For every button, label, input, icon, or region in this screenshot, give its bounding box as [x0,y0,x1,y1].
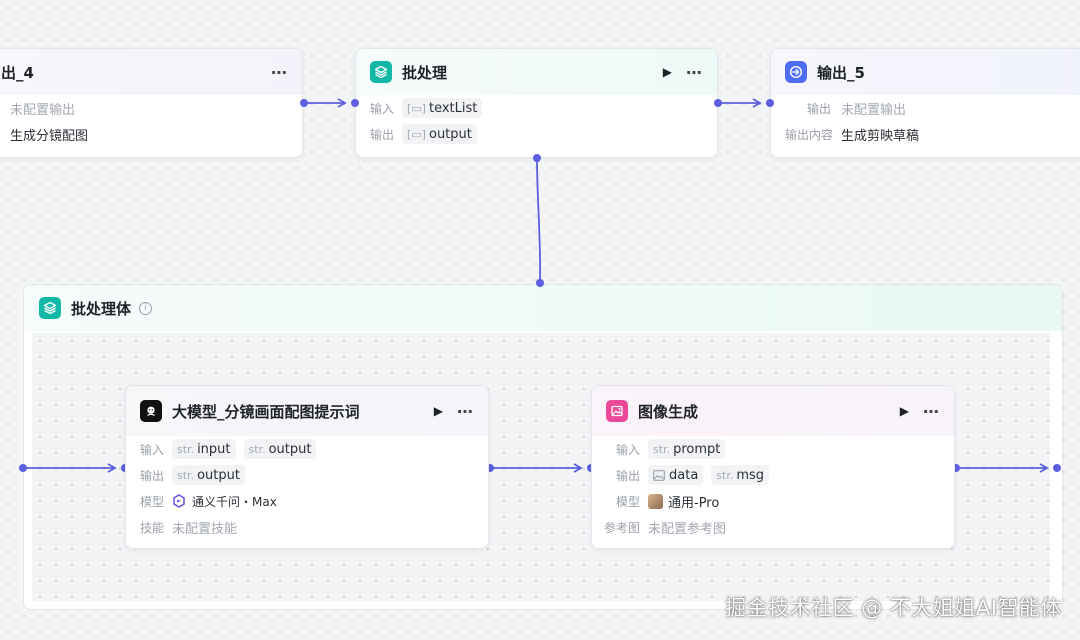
param-name: output [268,441,312,457]
model-label: 模型 [140,494,165,509]
output-label: 输出 [785,100,841,117]
param-type: str. [653,442,671,456]
node-header: 大模型_分镜画面配图提示词 ▶ ⋯ [126,386,488,436]
param-name: input [197,441,231,457]
more-icon[interactable]: ⋯ [457,402,474,421]
output-value: 未配置输出 [10,102,76,118]
play-icon[interactable]: ▶ [900,404,909,418]
node-output-5[interactable]: 输出_5 输出 未配置输出 输出内容 生成剪映草稿 [770,48,1080,158]
image-icon [606,400,628,422]
node-row: 生成分镜配图 [0,121,302,147]
output-label: 输出 [370,127,395,142]
watermark: 掘金技术社区 @ 不大姐姐AI智能体 [725,596,1062,620]
more-icon[interactable]: ⋯ [271,63,288,82]
node-row-output: 输出 未配置输出 [771,95,1080,121]
qwen-icon [172,494,186,508]
model-label: 模型 [616,494,641,509]
model-value: 通义千问・Max [192,494,277,509]
group-header: 批处理体 i [24,285,1062,331]
node-header: 图像生成 ▶ ⋯ [592,386,954,436]
info-icon[interactable]: i [139,301,153,315]
node-header: 出_4 ⋯ [0,49,302,95]
node-header: 输出_5 [771,49,1080,95]
node-row-model: 模型 通用-Pro [592,488,954,514]
param-name: output [197,467,240,483]
play-icon[interactable]: ▶ [663,65,672,79]
output-icon [785,61,807,83]
param-type: str. [177,442,195,456]
node-image-gen[interactable]: 图像生成 ▶ ⋯ 输入 str. prompt 输出 data str. msg 模… [591,385,955,549]
skill-label: 技能 [140,520,165,535]
content-label: 输出内容 [785,127,834,142]
node-row: 未配置输出 [0,95,302,121]
node-row-output: 输出 [▭] output [356,121,717,147]
content-value: 生成剪映草稿 [841,128,920,144]
param-name: prompt [673,441,721,457]
param-type: str. [248,442,266,456]
reference-value: 未配置参考图 [648,521,727,537]
node-row-reference: 参考图 未配置参考图 [592,514,954,540]
node-batch[interactable]: 批处理 ▶ ⋯ 输入 [▭] textList 输出 [▭] output [355,48,718,158]
node-row-skill: 技能 未配置技能 [126,514,488,540]
edge-batch-group [533,154,544,287]
param-name: msg [736,467,765,483]
node-title: 输出_5 [817,63,865,82]
more-icon[interactable]: ⋯ [686,63,703,82]
node-row-model: 模型 通义千问・Max [126,488,488,514]
input-label: 输入 [616,442,641,457]
param-chip: data [648,465,704,485]
list-type-icon: [▭] [407,127,426,141]
param-chip: [▭] output [402,124,477,144]
param-chip: [▭] textList [402,98,483,118]
more-icon[interactable]: ⋯ [923,402,940,421]
edge-output4-batch [300,98,359,108]
node-row-input: 输入 str. prompt [592,436,954,462]
param-name: output [428,126,472,142]
edge-batch-output5 [714,98,774,108]
list-type-icon: [▭] [407,101,426,115]
node-row-input: 输入 str. input str. output [126,436,488,462]
output-label-text: 输出 [806,101,831,116]
node-row-output: 输出 str. output [126,462,488,488]
model-avatar [648,493,663,509]
input-label: 输入 [140,442,165,457]
llm-icon [140,400,162,422]
param-type: str. [177,468,195,482]
input-label: 输入 [370,101,395,116]
output-value: 未配置输出 [841,102,907,118]
skill-value: 未配置技能 [172,521,238,537]
param-type: str. [716,468,734,482]
node-title: 图像生成 [638,402,699,421]
param-name: data [669,467,699,483]
output-label: 输出 [616,468,641,483]
param-chip: str. input [172,439,236,459]
play-icon[interactable]: ▶ [434,404,443,418]
node-title: 批处理 [402,63,448,82]
node-row-content: 输出内容 生成剪映草稿 [771,121,1080,147]
output-content-value: 生成分镜配图 [10,128,89,144]
group-title: 批处理体 [71,299,132,318]
param-name: textList [428,100,478,116]
node-row-output: 输出 data str. msg [592,462,954,488]
node-row-input: 输入 [▭] textList [356,95,717,121]
layers-icon [39,297,61,319]
reference-label: 参考图 [604,520,641,535]
layers-icon [370,61,392,83]
output-label: 输出 [140,468,165,483]
node-llm[interactable]: 大模型_分镜画面配图提示词 ▶ ⋯ 输入 str. input str. outpu… [125,385,489,549]
node-title: 出_4 [1,63,34,82]
param-chip: str. prompt [648,439,726,459]
param-chip: str. output [243,439,317,459]
node-output-4[interactable]: 出_4 ⋯ 未配置输出 生成分镜配图 [0,48,303,158]
model-value: 通用-Pro [668,495,720,511]
node-title: 大模型_分镜画面配图提示词 [172,402,360,421]
image-type-icon [653,469,665,481]
node-header: 批处理 ▶ ⋯ [356,49,717,95]
param-chip: str. output [172,465,245,485]
param-chip: str. msg [711,465,770,485]
